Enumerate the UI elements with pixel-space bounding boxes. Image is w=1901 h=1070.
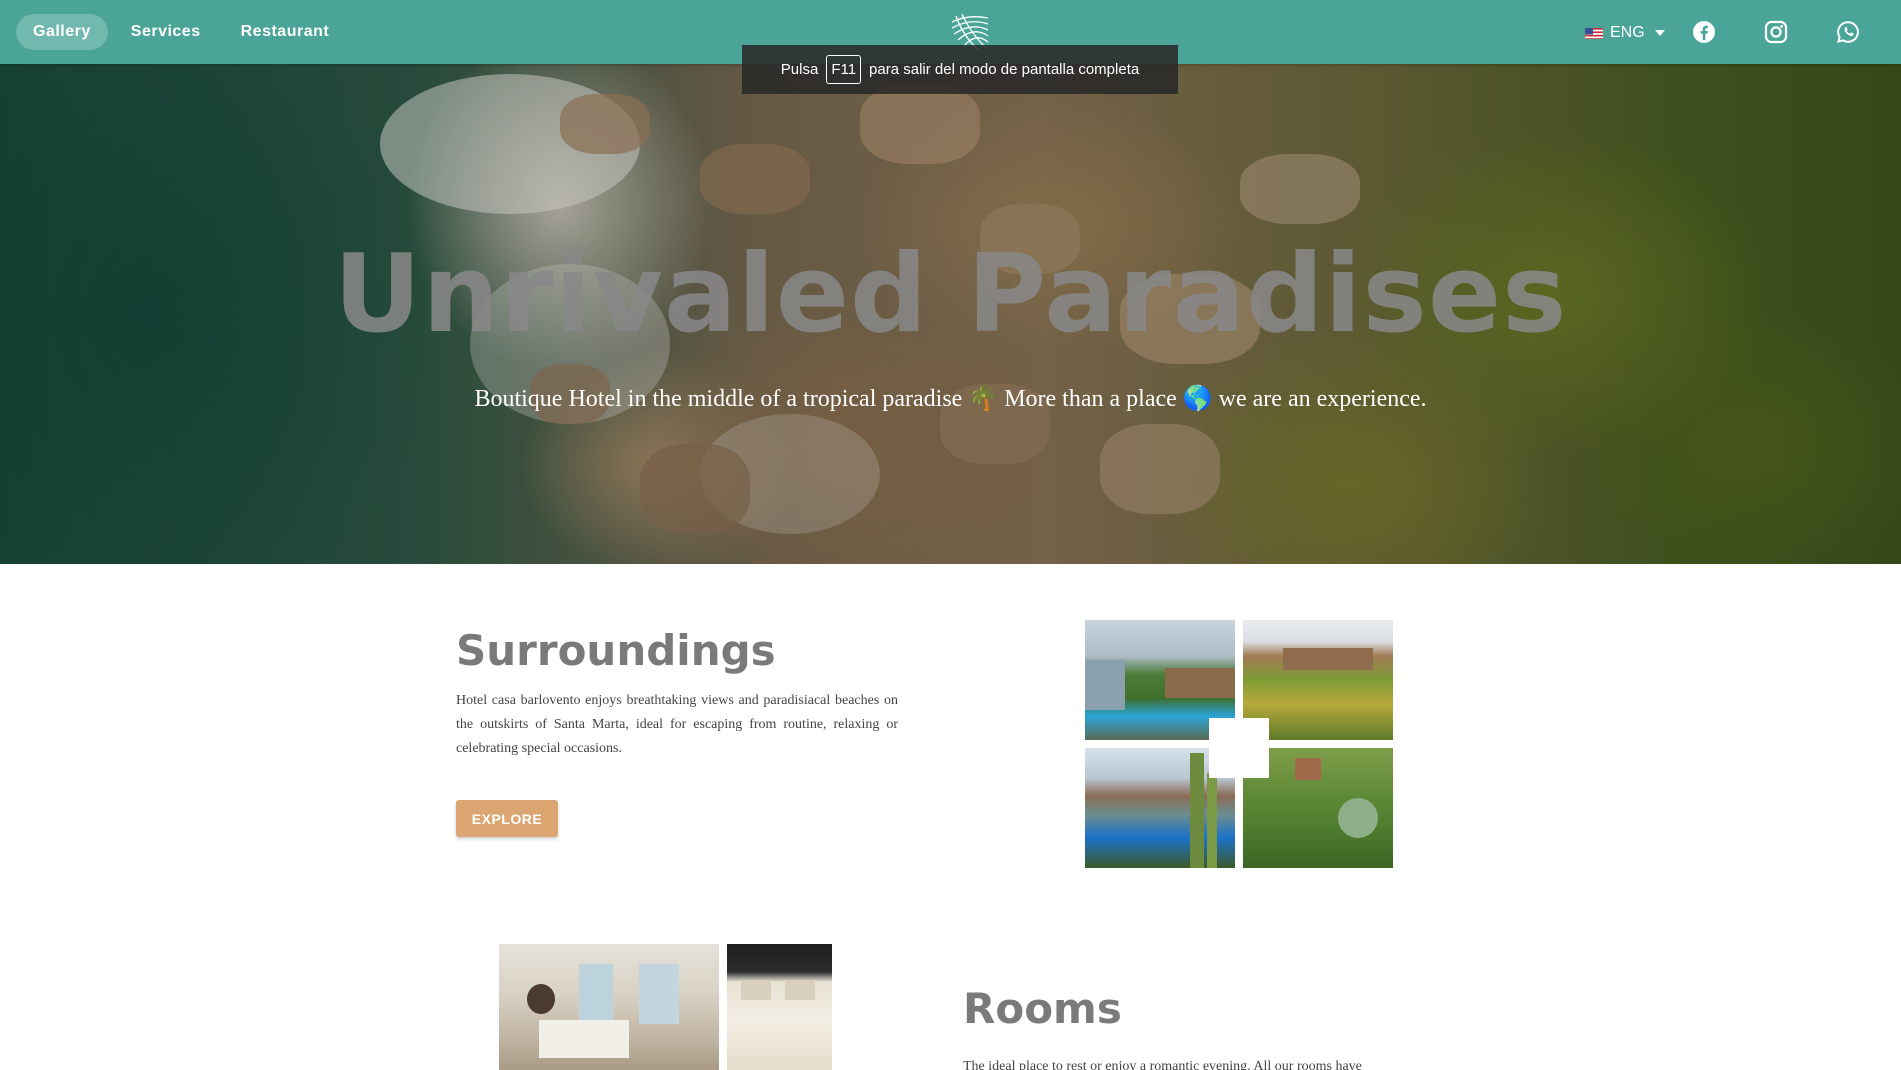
nav-links: Gallery Services Restaurant [16, 14, 346, 50]
hero-title: Unrivaled Paradises [333, 232, 1568, 357]
us-flag-icon [1585, 27, 1603, 39]
rooms-photo-bed[interactable] [727, 944, 832, 1070]
hero-subtitle: Boutique Hotel in the middle of a tropic… [474, 386, 1427, 412]
hero-banner: Unrivaled Paradises Boutique Hotel in th… [0, 64, 1901, 564]
toast-key-f11: F11 [826, 55, 862, 84]
nav-link-gallery[interactable]: Gallery [16, 14, 108, 50]
nav-link-restaurant[interactable]: Restaurant [224, 14, 347, 50]
fullscreen-exit-toast: Pulsa F11 para salir del modo de pantall… [742, 45, 1178, 94]
nav-link-services[interactable]: Services [114, 14, 218, 50]
whatsapp-icon[interactable] [1836, 20, 1860, 44]
rooms-photo-bedroom[interactable] [499, 944, 719, 1070]
toast-prefix: Pulsa [780, 61, 819, 78]
chevron-down-icon [1654, 30, 1665, 36]
instagram-icon[interactable] [1764, 20, 1788, 44]
rooms-text: The ideal place to rest or enjoy a roman… [963, 1059, 1362, 1070]
surroundings-title: Surroundings [456, 626, 776, 675]
rooms-title: Rooms [963, 984, 1122, 1033]
language-label: ENG [1610, 24, 1645, 41]
language-selector[interactable]: ENG [1585, 24, 1665, 42]
surroundings-text: Hotel casa barlovento enjoys breathtakin… [456, 693, 898, 756]
facebook-icon[interactable] [1692, 20, 1716, 44]
toast-suffix: para salir del modo de pantalla completa [869, 61, 1140, 78]
explore-button[interactable]: EXPLORE [456, 800, 558, 837]
gallery-center-square [1209, 718, 1269, 778]
